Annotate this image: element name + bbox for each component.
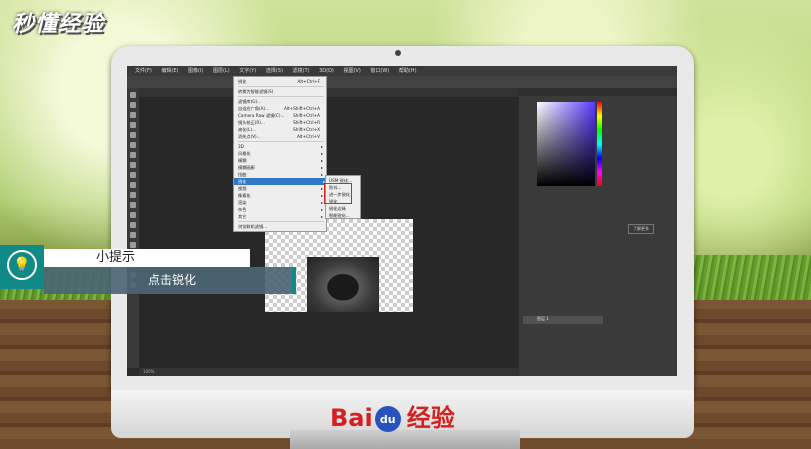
menu-type[interactable]: 文字(Y) <box>239 66 256 76</box>
menu-bar: 文件(F) 编辑(E) 图像(I) 图层(L) 文字(Y) 选择(S) 滤镜(T… <box>127 66 677 76</box>
menu-item-noise[interactable]: 杂色 ▸ <box>238 206 324 213</box>
menu-image[interactable]: 图像(I) <box>188 66 203 76</box>
blur-tool-icon[interactable] <box>130 212 136 218</box>
menu-window[interactable]: 窗口(W) <box>370 66 389 76</box>
quick-select-tool-icon[interactable] <box>130 122 136 128</box>
submenu-item-smart-sharpen[interactable]: 智能锐化... <box>329 212 359 219</box>
menu-item-stylize[interactable]: 风格化 ▸ <box>238 150 324 157</box>
webcam-icon <box>395 50 401 56</box>
brush-tool-icon[interactable] <box>130 162 136 168</box>
crop-tool-icon[interactable] <box>130 132 136 138</box>
menu-item-3d[interactable]: 3D ▸ <box>238 143 324 150</box>
tip-text: 点击锐化 <box>148 273 197 287</box>
menu-item-vanishing-point[interactable]: 消失点(V)... Alt+Ctrl+V <box>238 133 324 140</box>
hue-slider[interactable] <box>597 102 602 186</box>
menu-item-adaptive-wide-angle[interactable]: 自适应广角(A)... Alt+Shift+Ctrl+A <box>238 105 324 112</box>
menu-item-pixelate[interactable]: 像素化 ▸ <box>238 192 324 199</box>
photoshop-window: 文件(F) 编辑(E) 图像(I) 图层(L) 文字(Y) 选择(S) 滤镜(T… <box>127 66 677 376</box>
color-picker-field[interactable] <box>537 102 595 186</box>
brand-logo: 秒懂经验 <box>12 12 105 37</box>
options-bar <box>127 76 677 88</box>
submenu-item-sharpen-edges[interactable]: 锐化边缘 <box>329 205 359 212</box>
menu-help[interactable]: 帮助(H) <box>399 66 417 76</box>
eraser-tool-icon[interactable] <box>130 192 136 198</box>
properties-panel <box>523 198 603 248</box>
lightbulb-icon: 💡 <box>7 250 37 280</box>
menu-item-camera-raw[interactable]: Camera Raw 滤镜(C)... Shift+Ctrl+A <box>238 112 324 119</box>
menu-select[interactable]: 选择(S) <box>266 66 283 76</box>
menu-item-browse-online-filters[interactable]: 浏览联机滤镜... <box>238 223 324 230</box>
layer-row[interactable]: 图层 1 <box>523 316 603 324</box>
menu-item-blur-gallery[interactable]: 模糊画廊 ▸ <box>238 164 324 171</box>
layer-name: 图层 1 <box>537 316 549 321</box>
menu-item-convert-smart-filter[interactable]: 转换为智能滤镜(S) <box>238 88 324 95</box>
menu-edit[interactable]: 编辑(E) <box>161 66 178 76</box>
history-brush-tool-icon[interactable] <box>130 182 136 188</box>
healing-tool-icon[interactable] <box>130 152 136 158</box>
menu-item-last-filter[interactable]: 锐化 Alt+Ctrl+F <box>238 78 324 85</box>
document-tabs[interactable] <box>139 88 519 97</box>
tools-panel <box>127 88 139 368</box>
right-panels: 了解更多 图层 1 <box>519 88 677 376</box>
menu-item-video[interactable]: 视频 ▸ <box>238 185 324 192</box>
menu-item-lens-correction[interactable]: 镜头校正(R)... Shift+Ctrl+R <box>238 119 324 126</box>
menu-filter[interactable]: 滤镜(T) <box>293 66 310 76</box>
pen-tool-icon[interactable] <box>130 232 136 238</box>
filter-dropdown-menu: 锐化 Alt+Ctrl+F 转换为智能滤镜(S) 滤镜库(G)... 自适应广角(… <box>233 76 327 232</box>
menu-view[interactable]: 视图(V) <box>343 66 360 76</box>
menu-item-render[interactable]: 渲染 ▸ <box>238 199 324 206</box>
menu-item-distort[interactable]: 扭曲 ▸ <box>238 171 324 178</box>
learn-panel: 了解更多 <box>607 218 675 258</box>
move-tool-icon[interactable] <box>130 92 136 98</box>
menu-file[interactable]: 文件(F) <box>135 66 152 76</box>
tip-title-bar <box>44 249 250 267</box>
gradient-tool-icon[interactable] <box>130 202 136 208</box>
red-highlight-box <box>324 183 352 204</box>
menu-3d[interactable]: 3D(D) <box>319 66 334 76</box>
learn-more-button[interactable]: 了解更多 <box>628 224 654 234</box>
lasso-tool-icon[interactable] <box>130 112 136 118</box>
canvas-area[interactable] <box>139 97 519 368</box>
marquee-tool-icon[interactable] <box>130 102 136 108</box>
stamp-tool-icon[interactable] <box>130 172 136 178</box>
menu-layer[interactable]: 图层(L) <box>213 66 230 76</box>
tip-accent-bar <box>292 267 296 294</box>
color-panel-tabs[interactable] <box>519 88 677 96</box>
menu-item-other[interactable]: 其它 ▸ <box>238 213 324 220</box>
tip-title: 小提示 <box>96 250 136 265</box>
status-bar: 100% <box>139 368 523 376</box>
dodge-tool-icon[interactable] <box>130 222 136 228</box>
menu-item-blur[interactable]: 模糊 ▸ <box>238 157 324 164</box>
type-tool-icon[interactable] <box>130 242 136 248</box>
tip-icon-box: 💡 <box>0 245 44 289</box>
eyedropper-tool-icon[interactable] <box>130 142 136 148</box>
menu-item-liquify[interactable]: 液化(L)... Shift+Ctrl+X <box>238 126 324 133</box>
baidu-jingyan-logo: Bai du 经验 <box>330 404 455 432</box>
transparent-canvas[interactable] <box>265 219 413 312</box>
menu-item-filter-gallery[interactable]: 滤镜库(G)... <box>238 98 324 105</box>
menu-item-sharpen[interactable]: 锐化 ▸ <box>234 178 326 185</box>
layers-panel: 图层 1 <box>523 288 603 368</box>
baidu-paw-icon: du <box>374 406 401 432</box>
wok-photo <box>307 257 379 312</box>
